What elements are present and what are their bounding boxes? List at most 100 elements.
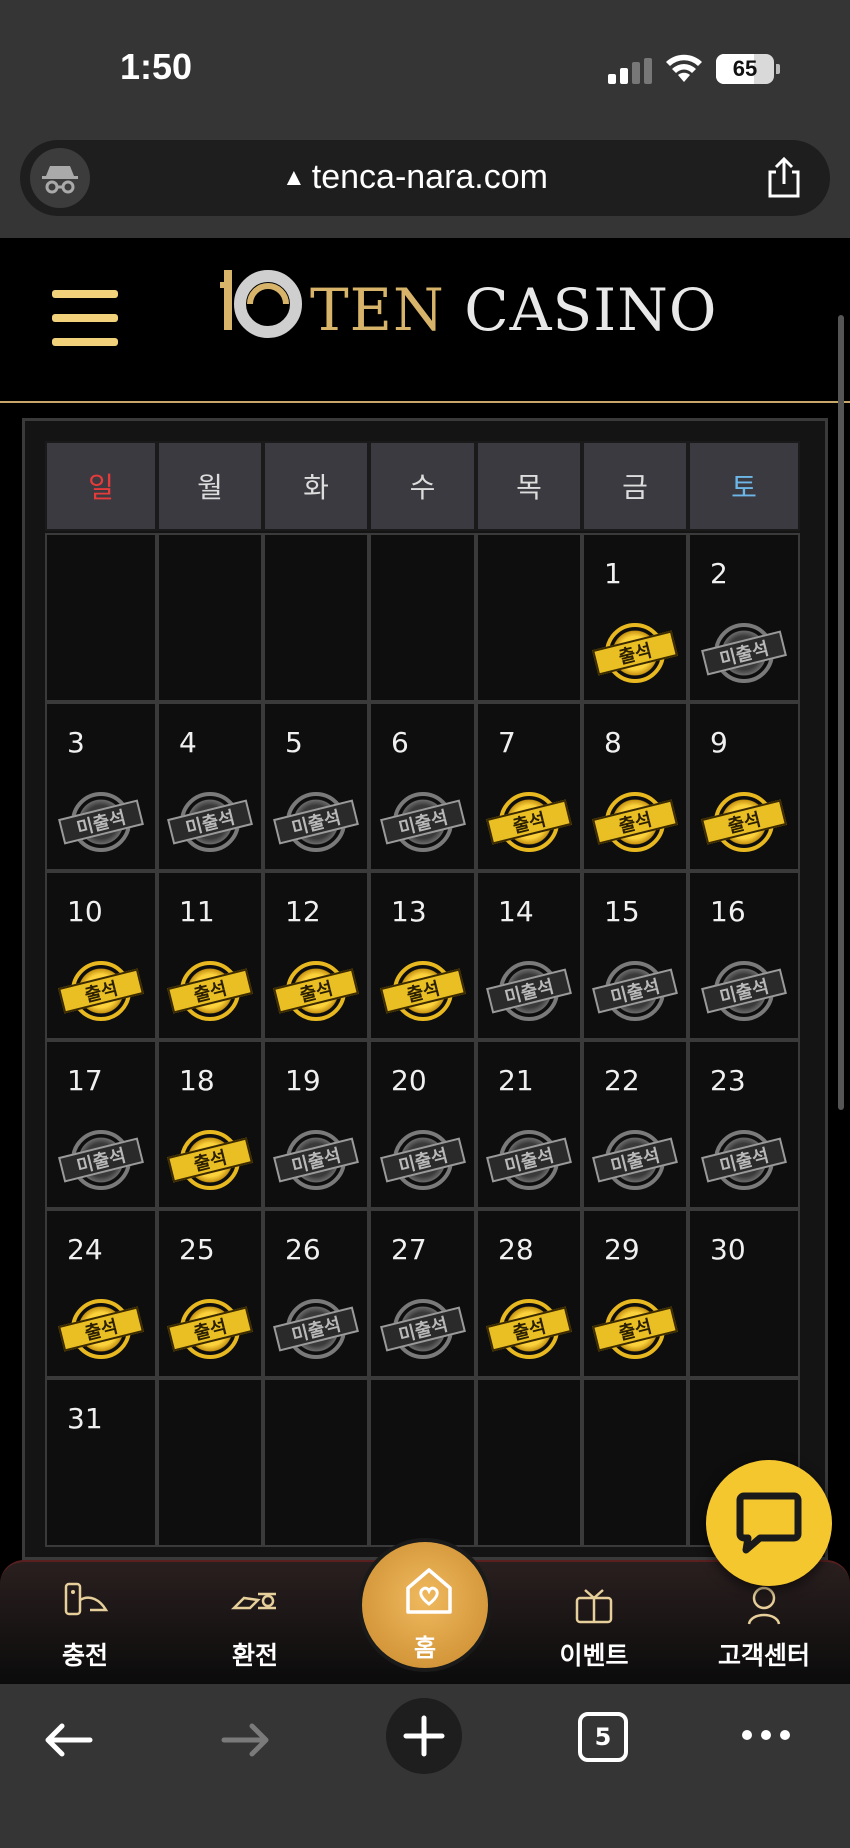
calendar-day[interactable]: 17 미출석 xyxy=(45,1040,157,1209)
calendar-day[interactable]: 15 미출석 xyxy=(582,871,688,1040)
calendar-day[interactable]: 25 출석 xyxy=(157,1209,263,1378)
nav-home-label: 홈 xyxy=(413,1634,437,1662)
more-options-icon[interactable] xyxy=(740,1728,792,1742)
weekday-label: 금 xyxy=(582,441,688,531)
attended-stamp-icon: 출석 xyxy=(167,1299,253,1361)
tabs-button[interactable]: 5 xyxy=(578,1712,628,1762)
address-bar[interactable]: ▲ tenca-nara.com xyxy=(20,140,830,216)
weekday-label: 목 xyxy=(476,441,582,531)
calendar-week: 31 xyxy=(45,1378,807,1547)
calendar-empty-cell xyxy=(369,533,476,702)
home-heart-icon xyxy=(406,1568,452,1614)
calendar-day[interactable]: 30 xyxy=(688,1209,800,1378)
calendar-day[interactable]: 4 미출석 xyxy=(157,702,263,871)
attended-stamp-icon: 출석 xyxy=(592,792,678,854)
absent-stamp-icon: 미출석 xyxy=(379,1130,466,1192)
calendar-day[interactable]: 28 출석 xyxy=(476,1209,582,1378)
warning-icon: ▲ xyxy=(282,164,306,191)
calendar-day[interactable]: 19 미출석 xyxy=(263,1040,369,1209)
nav-charge[interactable]: 충전 xyxy=(15,1562,155,1686)
calendar-day[interactable]: 9 출석 xyxy=(688,702,800,871)
forward-arrow-icon[interactable] xyxy=(218,1720,274,1760)
site-logo[interactable]: TEN CASINO xyxy=(220,268,716,348)
calendar-day[interactable]: 1 출석 xyxy=(582,533,688,702)
gift-icon xyxy=(575,1589,613,1624)
calendar-day[interactable]: 12 출석 xyxy=(263,871,369,1040)
attended-stamp-icon: 출석 xyxy=(167,1130,253,1192)
day-number: 30 xyxy=(710,1233,746,1266)
calendar-day[interactable]: 2 미출석 xyxy=(688,533,800,702)
absent-stamp-icon: 미출석 xyxy=(58,792,144,854)
attended-stamp-icon: 출석 xyxy=(701,792,787,854)
attended-stamp-icon: 출석 xyxy=(167,961,253,1023)
calendar-day[interactable]: 6 미출석 xyxy=(369,702,476,871)
calendar-empty-cell xyxy=(476,1378,582,1547)
day-number: 27 xyxy=(391,1233,427,1266)
calendar-day[interactable]: 14 미출석 xyxy=(476,871,582,1040)
attended-stamp-icon: 출석 xyxy=(58,961,144,1023)
nav-exchange[interactable]: 환전 xyxy=(185,1562,325,1686)
calendar-day[interactable]: 18 출석 xyxy=(157,1040,263,1209)
calendar-day[interactable]: 3 미출석 xyxy=(45,702,157,871)
calendar-day[interactable]: 5 미출석 xyxy=(263,702,369,871)
weekday-label: 월 xyxy=(157,441,263,531)
private-browsing-icon[interactable] xyxy=(30,148,90,208)
calendar-day[interactable]: 21 미출석 xyxy=(476,1040,582,1209)
day-number: 2 xyxy=(710,557,728,590)
plus-icon xyxy=(403,1715,445,1757)
battery-icon: 65 xyxy=(716,54,780,84)
calendar-day[interactable]: 7 출석 xyxy=(476,702,582,871)
day-number: 28 xyxy=(498,1233,534,1266)
nav-exchange-label: 환전 xyxy=(231,1641,278,1670)
back-arrow-icon[interactable] xyxy=(40,1720,96,1760)
day-number: 15 xyxy=(604,895,640,928)
calendar-day[interactable]: 16 미출석 xyxy=(688,871,800,1040)
nav-charge-label: 충전 xyxy=(61,1641,108,1670)
day-number: 23 xyxy=(710,1064,746,1097)
calendar-day[interactable]: 22 미출석 xyxy=(582,1040,688,1209)
calendar-day[interactable]: 31 xyxy=(45,1378,157,1547)
day-number: 5 xyxy=(285,726,303,759)
day-number: 14 xyxy=(498,895,534,928)
day-number: 17 xyxy=(67,1064,103,1097)
attended-stamp-icon: 출석 xyxy=(58,1299,144,1361)
calendar-empty-cell xyxy=(157,1378,263,1547)
menu-icon[interactable] xyxy=(52,290,118,348)
nav-event[interactable]: 이벤트 xyxy=(524,1562,664,1686)
calendar-empty-cell xyxy=(263,533,369,702)
weekday-label: 수 xyxy=(369,441,476,531)
calendar-day[interactable]: 26 미출석 xyxy=(263,1209,369,1378)
calendar-day[interactable]: 23 미출석 xyxy=(688,1040,800,1209)
calendar-day[interactable]: 8 출석 xyxy=(582,702,688,871)
attended-stamp-icon: 출석 xyxy=(592,623,678,685)
calendar-empty-cell xyxy=(157,533,263,702)
absent-stamp-icon: 미출석 xyxy=(592,961,678,1023)
calendar-day[interactable]: 27 미출석 xyxy=(369,1209,476,1378)
battery-level: 65 xyxy=(732,56,758,81)
calendar-day[interactable]: 13 출석 xyxy=(369,871,476,1040)
nav-home-button[interactable]: 홈 xyxy=(358,1538,492,1672)
absent-stamp-icon: 미출석 xyxy=(701,623,787,685)
weekday-label: 화 xyxy=(263,441,369,531)
calendar-day[interactable]: 11 출석 xyxy=(157,871,263,1040)
calendar-grid: 일월화수목금토 1 출석 2 미출석 3 미출석 4 미출석 5 미출석 6 미출석 7 출석 8 출석 9 출석… xyxy=(45,441,807,1547)
day-number: 24 xyxy=(67,1233,103,1266)
calendar-day[interactable]: 29 출석 xyxy=(582,1209,688,1378)
weekday-label: 토 xyxy=(688,441,800,531)
day-number: 31 xyxy=(67,1402,103,1435)
calendar-day[interactable]: 10 출석 xyxy=(45,871,157,1040)
new-tab-button[interactable] xyxy=(386,1698,462,1774)
calendar-day[interactable]: 20 미출석 xyxy=(369,1040,476,1209)
day-number: 25 xyxy=(179,1233,215,1266)
absent-stamp-icon: 미출석 xyxy=(701,961,787,1023)
support-agent-icon xyxy=(747,1586,781,1625)
page-scrollbar[interactable] xyxy=(838,315,844,1110)
day-number: 10 xyxy=(67,895,103,928)
share-icon[interactable] xyxy=(762,156,806,200)
wifi-icon xyxy=(666,54,702,82)
calendar-empty-cell xyxy=(582,1378,688,1547)
url-text[interactable]: ▲ tenca-nara.com xyxy=(282,158,548,197)
absent-stamp-icon: 미출석 xyxy=(273,1299,359,1361)
calendar-day[interactable]: 24 출석 xyxy=(45,1209,157,1378)
live-chat-button[interactable] xyxy=(706,1460,832,1586)
